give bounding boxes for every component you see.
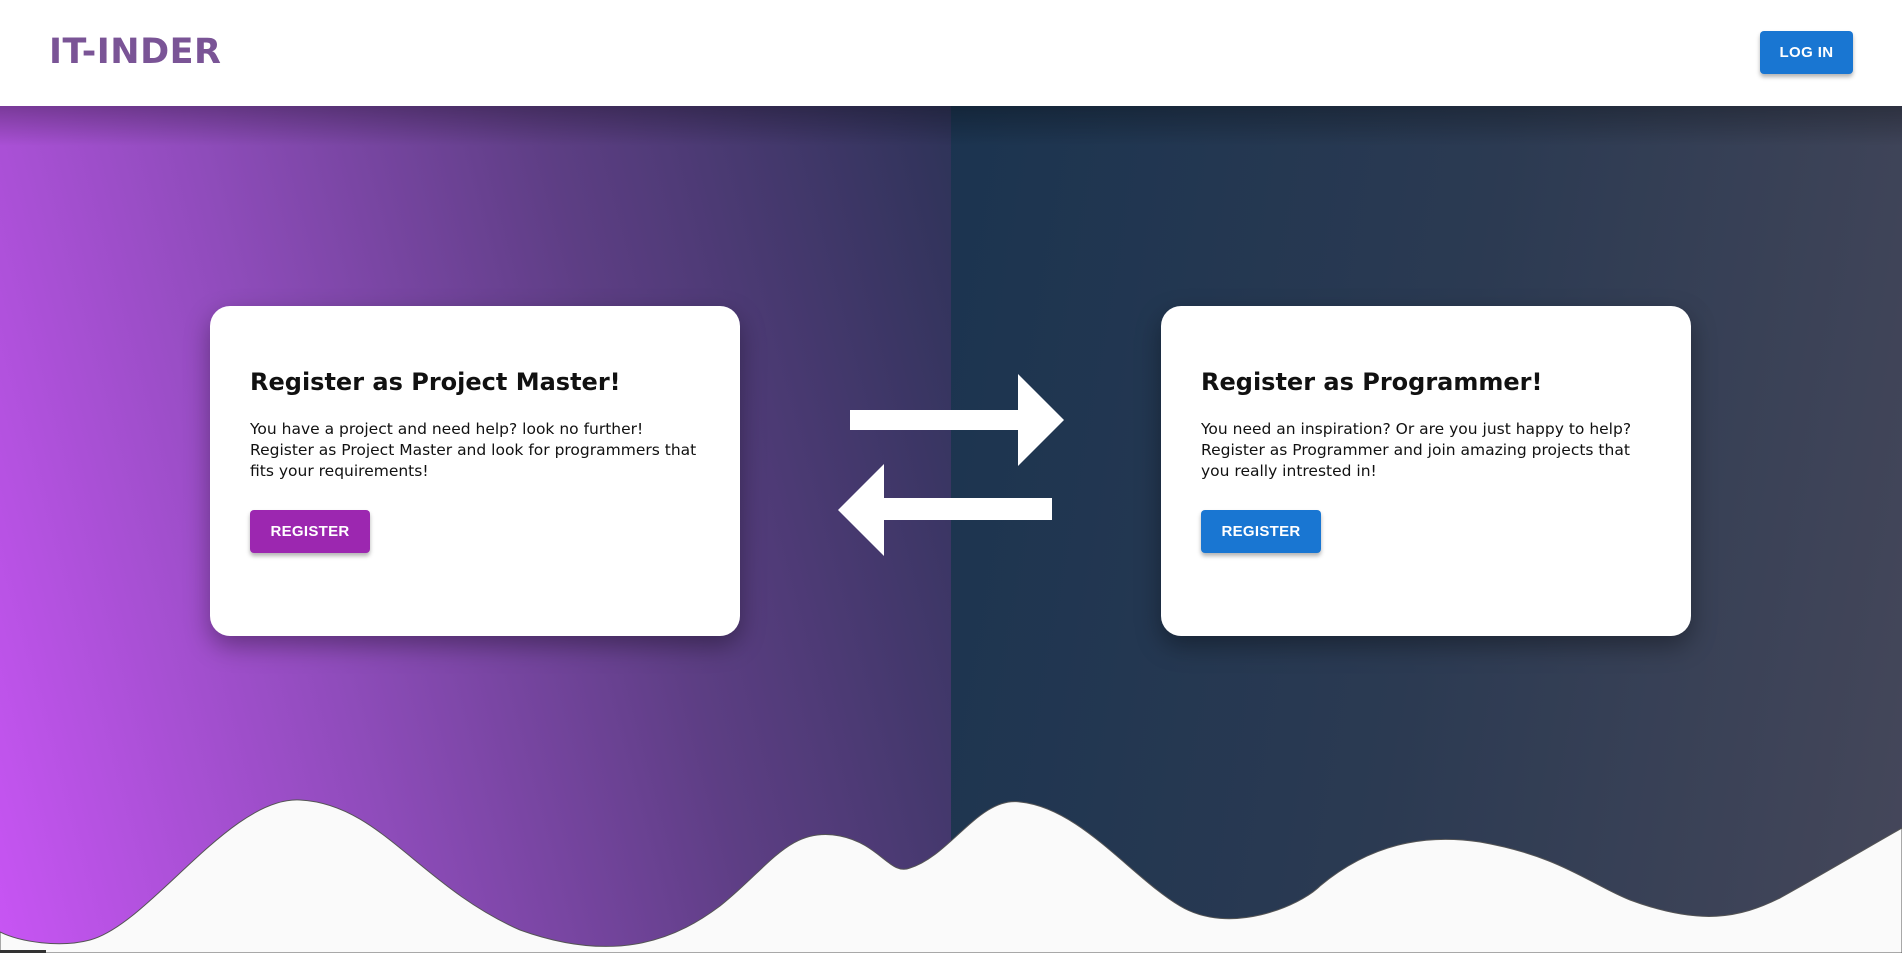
swap-arrows-icon xyxy=(830,370,1070,564)
project-master-description: You have a project and need help? look n… xyxy=(250,420,697,480)
project-master-register-button[interactable]: REGISTER xyxy=(250,510,370,553)
programmer-register-button[interactable]: REGISTER xyxy=(1201,510,1321,553)
programmer-card: Register as Programmer! You need an insp… xyxy=(1161,306,1691,636)
app-logo[interactable]: IT-INDER xyxy=(49,32,222,72)
login-button[interactable]: LOG IN xyxy=(1760,31,1853,74)
app-header: IT-INDER LOG IN xyxy=(0,0,1902,106)
page: IT-INDER LOG IN Register as Project Mast… xyxy=(0,0,1902,953)
programmer-title: Register as Programmer! xyxy=(1201,368,1543,396)
project-master-card: Register as Project Master! You have a p… xyxy=(210,306,740,636)
programmer-description: You need an inspiration? Or are you just… xyxy=(1201,420,1632,480)
project-master-title: Register as Project Master! xyxy=(250,368,621,396)
